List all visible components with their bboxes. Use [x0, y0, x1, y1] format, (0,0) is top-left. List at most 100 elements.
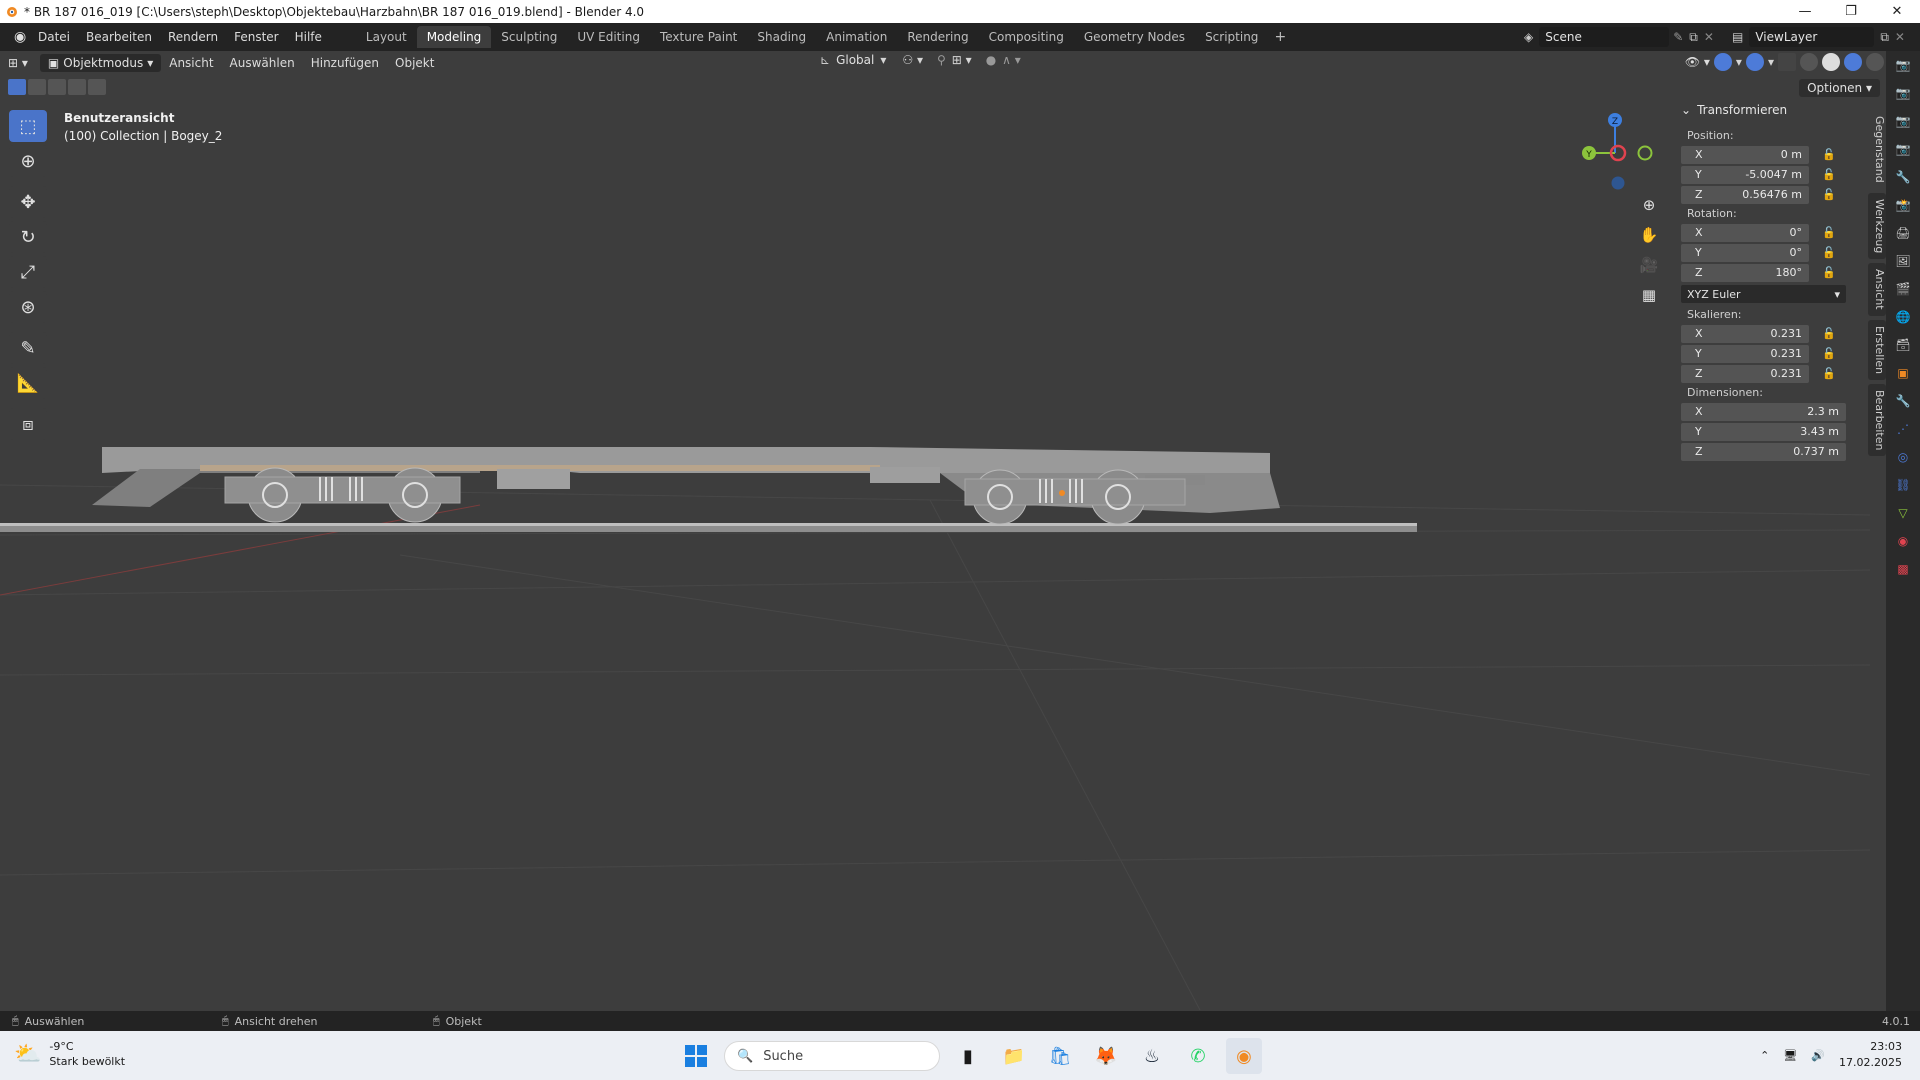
lock-icon[interactable]: 🔓: [1819, 246, 1839, 259]
collection-properties-icon[interactable]: 🗃: [1886, 331, 1920, 359]
tab-ansicht[interactable]: Ansicht: [1868, 263, 1886, 316]
neg-y-axis-handle[interactable]: [1637, 145, 1653, 161]
menu-auswaehlen[interactable]: Auswählen: [222, 56, 303, 70]
3d-viewport[interactable]: [0, 75, 1870, 1010]
move-tool-icon[interactable]: ✥: [9, 186, 47, 218]
proportional-edit-icon[interactable]: ●: [986, 53, 996, 67]
lock-icon[interactable]: 🔓: [1819, 148, 1839, 161]
scene-properties-icon[interactable]: 🎬: [1886, 275, 1920, 303]
select-box-tool-icon[interactable]: ⬚: [9, 110, 47, 142]
delete-scene-icon[interactable]: ✕: [1704, 30, 1714, 44]
scale-y-field[interactable]: Y 0.231: [1681, 344, 1809, 363]
tab-sculpting[interactable]: Sculpting: [491, 26, 567, 48]
whatsapp-icon[interactable]: ✆: [1180, 1038, 1216, 1074]
wireframe-shading-icon[interactable]: [1799, 53, 1818, 71]
scale-tool-icon[interactable]: ⤢: [9, 256, 47, 288]
zoom-icon[interactable]: ⊕: [1636, 192, 1662, 218]
tab-rendering[interactable]: Rendering: [897, 26, 978, 48]
lock-icon[interactable]: 🔓: [1819, 327, 1839, 340]
texture-properties-icon[interactable]: ▩: [1886, 555, 1920, 583]
scale-z-field[interactable]: Z 0.231: [1681, 364, 1809, 383]
menu-ansicht[interactable]: Ansicht: [161, 56, 221, 70]
lock-icon[interactable]: 🔓: [1819, 347, 1839, 360]
firefox-icon[interactable]: 🦊: [1088, 1038, 1124, 1074]
menu-rendern[interactable]: Rendern: [160, 30, 226, 44]
outliner-camera-icon[interactable]: 📷: [1886, 51, 1920, 79]
scene-icon[interactable]: ◈: [1524, 30, 1533, 44]
modifier-properties-icon[interactable]: 🔧: [1886, 387, 1920, 415]
add-cube-tool-icon[interactable]: ⧈: [9, 408, 47, 440]
snap-icon[interactable]: ⚲: [937, 53, 946, 67]
menu-bearbeiten[interactable]: Bearbeiten: [78, 30, 160, 44]
position-z-field[interactable]: Z 0.56476 m: [1681, 185, 1809, 204]
tool-properties-icon[interactable]: 🔧: [1886, 163, 1920, 191]
tab-compositing[interactable]: Compositing: [979, 26, 1074, 48]
tab-uv-editing[interactable]: UV Editing: [567, 26, 650, 48]
visibility-icon[interactable]: 👁 ▾: [1685, 55, 1710, 69]
overlay-toggle-icon[interactable]: [1745, 53, 1764, 71]
scale-x-field[interactable]: X 0.231: [1681, 324, 1809, 343]
pan-hand-icon[interactable]: ✋: [1636, 222, 1662, 248]
viewlayer-icon[interactable]: ▤: [1732, 30, 1743, 44]
lock-icon[interactable]: 🔓: [1819, 367, 1839, 380]
tab-gegenstand[interactable]: Gegenstand: [1868, 110, 1886, 189]
pin-icon[interactable]: ✎: [1673, 30, 1683, 44]
tab-animation[interactable]: Animation: [816, 26, 897, 48]
tab-werkzeug[interactable]: Werkzeug: [1868, 192, 1886, 260]
clock[interactable]: 23:03 17.02.2025: [1839, 1039, 1902, 1071]
scene-field[interactable]: Scene: [1539, 27, 1670, 47]
pivot-icon[interactable]: ⚇ ▾: [902, 53, 923, 67]
tab-shading[interactable]: Shading: [747, 26, 816, 48]
camera-view-icon[interactable]: 🎥: [1636, 252, 1662, 278]
maximize-button[interactable]: ❐: [1828, 0, 1874, 23]
close-button[interactable]: ✕: [1874, 0, 1920, 23]
rotate-tool-icon[interactable]: ↻: [9, 221, 47, 253]
rotation-y-field[interactable]: Y 0°: [1681, 243, 1809, 262]
outliner-camera-icon[interactable]: 📷: [1886, 107, 1920, 135]
measure-tool-icon[interactable]: 📐: [9, 367, 47, 399]
render-properties-icon[interactable]: 📸: [1886, 191, 1920, 219]
position-x-field[interactable]: X0 m: [1681, 145, 1809, 164]
menu-datei[interactable]: Datei: [30, 30, 78, 44]
new-scene-icon[interactable]: ⧉: [1689, 30, 1698, 45]
material-shading-icon[interactable]: [1843, 53, 1862, 71]
neg-z-axis-handle[interactable]: [1611, 176, 1625, 190]
editor-type-icon[interactable]: ⊞ ▾: [0, 56, 36, 70]
solid-shading-icon[interactable]: [1821, 53, 1840, 71]
taskbar-search[interactable]: 🔍 Suche: [724, 1041, 940, 1071]
select-extend-icon[interactable]: [28, 79, 46, 95]
annotate-tool-icon[interactable]: ✎: [9, 332, 47, 364]
dimension-y-field[interactable]: Y 3.43 m: [1681, 422, 1846, 441]
world-properties-icon[interactable]: 🌐: [1886, 303, 1920, 331]
minimize-button[interactable]: —: [1782, 0, 1828, 23]
tab-scripting[interactable]: Scripting: [1195, 26, 1268, 48]
windows-start-icon[interactable]: [678, 1038, 714, 1074]
snap-target-icon[interactable]: ⊞ ▾: [952, 53, 972, 67]
position-y-field[interactable]: Y -5.0047 m: [1681, 165, 1809, 184]
menu-objekt[interactable]: Objekt: [387, 56, 442, 70]
object-properties-icon[interactable]: ▣: [1886, 359, 1920, 387]
delete-viewlayer-icon[interactable]: ✕: [1895, 30, 1905, 44]
rotation-x-field[interactable]: X 0°: [1681, 223, 1809, 242]
lock-icon[interactable]: 🔓: [1819, 226, 1839, 239]
cursor-tool-icon[interactable]: ⊕: [9, 145, 47, 177]
add-workspace-button[interactable]: +: [1268, 29, 1292, 45]
chevron-down-icon[interactable]: ▾: [1736, 55, 1742, 69]
select-new-icon[interactable]: [8, 79, 26, 95]
menu-hinzufuegen[interactable]: Hinzufügen: [303, 56, 387, 70]
lock-icon[interactable]: 🔓: [1819, 266, 1839, 279]
lock-icon[interactable]: 🔓: [1819, 188, 1839, 201]
particles-properties-icon[interactable]: ⋰: [1886, 415, 1920, 443]
tab-geometry-nodes[interactable]: Geometry Nodes: [1074, 26, 1195, 48]
ms-store-icon[interactable]: 🛍: [1042, 1038, 1078, 1074]
material-properties-icon[interactable]: ◉: [1886, 527, 1920, 555]
viewlayer-field[interactable]: ViewLayer: [1749, 27, 1875, 47]
mode-dropdown[interactable]: ▣ Objektmodus ▾: [39, 54, 162, 72]
view-layer-properties-icon[interactable]: 🖼: [1886, 247, 1920, 275]
blender-taskbar-icon[interactable]: ◉: [1226, 1038, 1262, 1074]
select-subtract-icon[interactable]: [48, 79, 66, 95]
new-viewlayer-icon[interactable]: ⧉: [1880, 30, 1889, 45]
data-properties-icon[interactable]: ▽: [1886, 499, 1920, 527]
chevron-up-icon[interactable]: ⌃: [1760, 1049, 1769, 1062]
select-invert-icon[interactable]: [68, 79, 86, 95]
